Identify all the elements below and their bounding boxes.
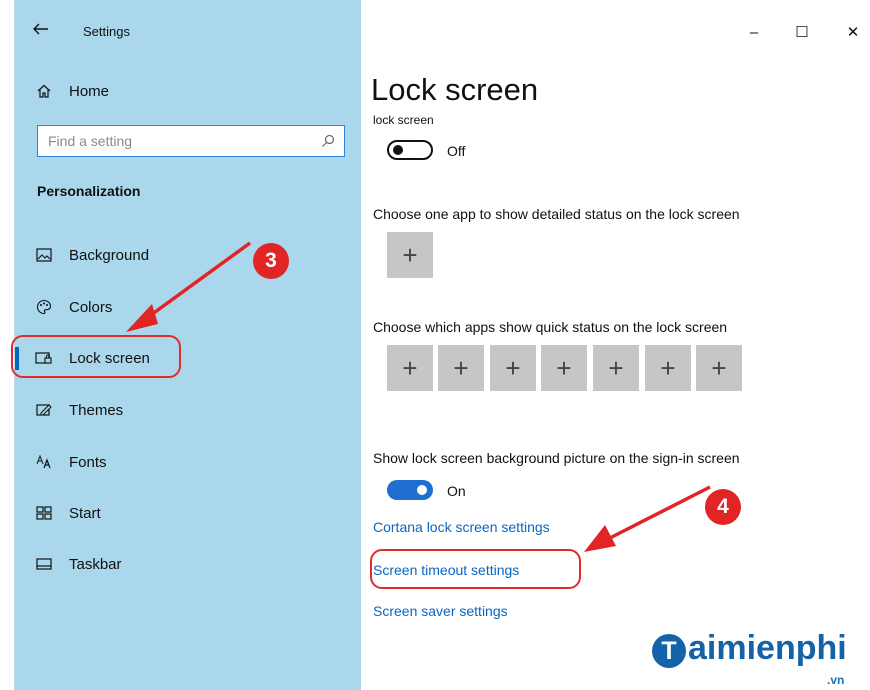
themes-icon <box>35 403 53 417</box>
search-icon[interactable] <box>316 134 340 148</box>
watermark-text: aimienphi <box>688 629 847 667</box>
toggle-state-label: On <box>447 483 466 499</box>
fonts-icon <box>35 455 53 469</box>
sidebar-item-label: Fonts <box>69 453 107 471</box>
screen-saver-settings-link[interactable]: Screen saver settings <box>373 603 508 619</box>
detailed-status-description: Choose one app to show detailed status o… <box>373 206 740 222</box>
watermark-suffix: .vn <box>827 673 845 687</box>
arrow-left-icon <box>33 23 48 35</box>
start-icon <box>35 506 53 520</box>
lock-screen-toggle[interactable] <box>387 140 433 160</box>
sidebar-item-label: Taskbar <box>69 555 122 573</box>
minimize-button[interactable]: – <box>739 20 769 44</box>
sidebar-item-themes[interactable]: Themes <box>15 391 361 429</box>
toggle-knob <box>393 145 403 155</box>
step-badge-4: 4 <box>705 489 741 525</box>
sidebar-item-label: Background <box>69 246 150 264</box>
highlight-lock-screen <box>11 335 181 378</box>
quick-status-app-button[interactable]: + <box>541 345 587 391</box>
quick-status-app-button[interactable]: + <box>696 345 742 391</box>
sidebar-item-colors[interactable]: Colors <box>15 288 361 326</box>
watermark-logo: T aimienphi <box>652 629 847 668</box>
cortana-lock-screen-settings-link[interactable]: Cortana lock screen settings <box>373 519 550 535</box>
sidebar-item-start[interactable]: Start <box>15 494 361 532</box>
sidebar-item-label: Start <box>69 504 101 522</box>
search-input[interactable] <box>38 132 316 150</box>
sidebar-item-label: Themes <box>69 401 124 419</box>
toggle-state-label: Off <box>447 143 466 159</box>
clipped-setting-label: lock screen <box>373 113 434 127</box>
sidebar-item-label: Colors <box>69 298 113 316</box>
quick-status-app-button[interactable]: + <box>387 345 433 391</box>
search-box[interactable] <box>37 125 345 157</box>
sidebar-item-taskbar[interactable]: Taskbar <box>15 545 361 583</box>
sidebar-item-fonts[interactable]: Fonts <box>15 443 361 481</box>
quick-status-app-button[interactable]: + <box>593 345 639 391</box>
sidebar-item-label: Home <box>69 82 110 100</box>
step-badge-3: 3 <box>253 243 289 279</box>
highlight-screen-timeout <box>370 549 581 589</box>
picture-icon <box>35 248 53 262</box>
toggle-knob <box>417 485 427 495</box>
window-title: Settings <box>83 24 130 39</box>
quick-status-app-button[interactable]: + <box>645 345 691 391</box>
section-title: Personalization <box>37 183 141 199</box>
close-button[interactable]: ✕ <box>838 20 868 44</box>
taskbar-icon <box>35 558 53 570</box>
sidebar-item-background[interactable]: Background <box>15 236 361 274</box>
page-title: Lock screen <box>371 72 539 107</box>
maximize-button[interactable]: ☐ <box>787 20 817 44</box>
palette-icon <box>35 299 53 315</box>
signin-background-toggle[interactable] <box>387 480 433 500</box>
quick-status-app-button[interactable]: + <box>490 345 536 391</box>
quick-status-description: Choose which apps show quick status on t… <box>373 319 728 335</box>
home-icon <box>35 83 53 99</box>
quick-status-app-button[interactable]: + <box>438 345 484 391</box>
back-button[interactable] <box>33 22 49 40</box>
sidebar-item-home[interactable]: Home <box>15 72 361 110</box>
watermark-icon: T <box>652 634 686 668</box>
detailed-status-app-button[interactable]: + <box>387 232 433 278</box>
signin-background-description: Show lock screen background picture on t… <box>373 450 740 466</box>
